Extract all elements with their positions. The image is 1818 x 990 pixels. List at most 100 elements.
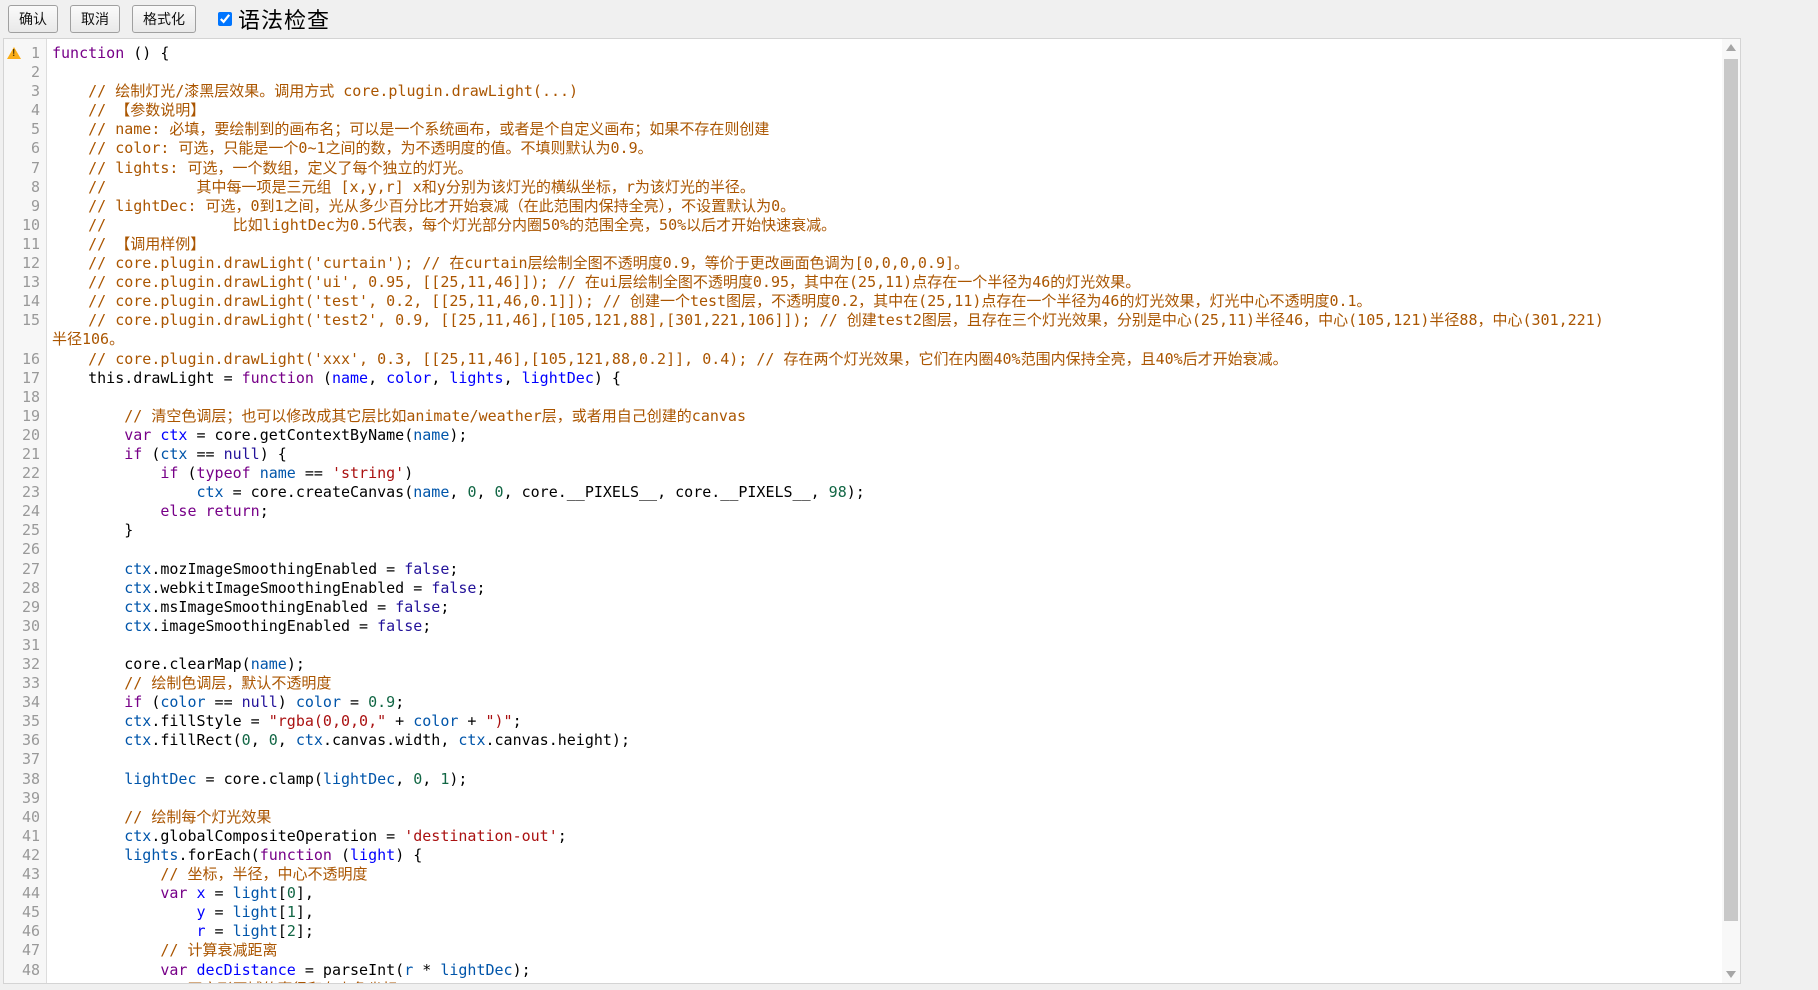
code-lines[interactable]: 1function () {23 // 绘制灯光/漆黑层效果。调用方式 core…	[4, 44, 1722, 983]
code-line[interactable]: 27 ctx.mozImageSmoothingEnabled = false;	[4, 560, 1722, 579]
code-line-content[interactable]: // core.plugin.drawLight('ui', 0.95, [[2…	[47, 273, 1140, 292]
code-line-content[interactable]	[47, 540, 52, 559]
code-line[interactable]: 21 if (ctx == null) {	[4, 445, 1722, 464]
cancel-button[interactable]: 取消	[70, 5, 120, 33]
code-line[interactable]: 36 ctx.fillRect(0, 0, ctx.canvas.width, …	[4, 731, 1722, 750]
syntax-check-checkbox[interactable]	[218, 12, 232, 26]
code-line[interactable]: 41 ctx.globalCompositeOperation = 'desti…	[4, 827, 1722, 846]
code-line-content[interactable]: // lightDec: 可选，0到1之间，光从多少百分比才开始衰减（在此范围内…	[47, 197, 795, 216]
code-line-content[interactable]: // 坐标，半径，中心不透明度	[47, 865, 367, 884]
code-line-content[interactable]: // 计算衰减距离	[47, 941, 277, 960]
code-line-content[interactable]: ctx.globalCompositeOperation = 'destinat…	[47, 827, 567, 846]
code-line-content[interactable]: ctx.mozImageSmoothingEnabled = false;	[47, 560, 458, 579]
code-line[interactable]: 13 // core.plugin.drawLight('ui', 0.95, …	[4, 273, 1722, 292]
code-line[interactable]: 49 // 正方形区域的直径和左上角坐标	[4, 980, 1722, 983]
code-line-content[interactable]: lightDec = core.clamp(lightDec, 0, 1);	[47, 770, 467, 789]
code-line[interactable]: 12 // core.plugin.drawLight('curtain'); …	[4, 254, 1722, 273]
code-line-content[interactable]: // core.plugin.drawLight('test2', 0.9, […	[47, 311, 1604, 330]
code-line-content[interactable]	[47, 388, 52, 407]
code-line-content[interactable]	[47, 789, 52, 808]
code-line-content[interactable]: 半径106。	[47, 330, 124, 349]
code-line-content[interactable]: ctx.imageSmoothingEnabled = false;	[47, 617, 431, 636]
code-line-content[interactable]	[47, 63, 52, 82]
code-line[interactable]: 24 else return;	[4, 502, 1722, 521]
code-line[interactable]: 9 // lightDec: 可选，0到1之间，光从多少百分比才开始衰减（在此范…	[4, 197, 1722, 216]
code-line-content[interactable]: ctx.webkitImageSmoothingEnabled = false;	[47, 579, 486, 598]
code-line[interactable]: 38 lightDec = core.clamp(lightDec, 0, 1)…	[4, 770, 1722, 789]
code-line[interactable]: 29 ctx.msImageSmoothingEnabled = false;	[4, 598, 1722, 617]
code-line[interactable]: 47 // 计算衰减距离	[4, 941, 1722, 960]
code-line[interactable]: 6 // color: 可选，只能是一个0~1之间的数，为不透明度的值。不填则默…	[4, 139, 1722, 158]
code-line[interactable]: 42 lights.forEach(function (light) {	[4, 846, 1722, 865]
code-line[interactable]: 19 // 清空色调层；也可以修改成其它层比如animate/weather层，…	[4, 407, 1722, 426]
scrollbar-up-arrow-icon[interactable]	[1722, 39, 1740, 56]
code-line-content[interactable]: ctx.msImageSmoothingEnabled = false;	[47, 598, 449, 617]
code-line-content[interactable]: var decDistance = parseInt(r * lightDec)…	[47, 961, 531, 980]
code-line[interactable]: 8 // 其中每一项是三元组 [x,y,r] x和y分别为该灯光的横纵坐标，r为…	[4, 178, 1722, 197]
code-line[interactable]: 45 y = light[1],	[4, 903, 1722, 922]
code-line-content[interactable]: // 【参数说明】	[47, 101, 205, 120]
code-line-content[interactable]: // color: 可选，只能是一个0~1之间的数，为不透明度的值。不填则默认为…	[47, 139, 653, 158]
confirm-button[interactable]: 确认	[8, 5, 58, 33]
code-line[interactable]: 44 var x = light[0],	[4, 884, 1722, 903]
code-line[interactable]: 39	[4, 789, 1722, 808]
code-line-content[interactable]: lights.forEach(function (light) {	[47, 846, 422, 865]
code-line-content[interactable]: ctx = core.createCanvas(name, 0, 0, core…	[47, 483, 865, 502]
code-line-content[interactable]: // lights: 可选，一个数组，定义了每个独立的灯光。	[47, 159, 472, 178]
code-editor[interactable]: 1function () {23 // 绘制灯光/漆黑层效果。调用方式 core…	[3, 38, 1741, 984]
code-line[interactable]: 33 // 绘制色调层，默认不透明度	[4, 674, 1722, 693]
code-line[interactable]: 23 ctx = core.createCanvas(name, 0, 0, c…	[4, 483, 1722, 502]
code-line[interactable]: 34 if (color == null) color = 0.9;	[4, 693, 1722, 712]
code-line[interactable]: 28 ctx.webkitImageSmoothingEnabled = fal…	[4, 579, 1722, 598]
code-line[interactable]: 5 // name: 必填，要绘制到的画布名；可以是一个系统画布，或者是个自定义…	[4, 120, 1722, 139]
format-button[interactable]: 格式化	[132, 5, 196, 33]
code-line-content[interactable]: r = light[2];	[47, 922, 314, 941]
code-line[interactable]: 1function () {	[4, 44, 1722, 63]
code-line-content[interactable]: ctx.fillStyle = "rgba(0,0,0," + color + …	[47, 712, 522, 731]
code-line-content[interactable]: function () {	[47, 44, 169, 63]
code-line[interactable]: 3 // 绘制灯光/漆黑层效果。调用方式 core.plugin.drawLig…	[4, 82, 1722, 101]
code-line-content[interactable]: // 正方形区域的直径和左上角坐标	[47, 980, 397, 983]
code-line-content[interactable]: // 比如lightDec为0.5代表，每个灯光部分内圈50%的范围全亮，50%…	[47, 216, 836, 235]
scrollbar-thumb[interactable]	[1724, 59, 1738, 921]
code-line[interactable]: 半径106。	[4, 330, 1722, 349]
code-line[interactable]: 7 // lights: 可选，一个数组，定义了每个独立的灯光。	[4, 159, 1722, 178]
code-line[interactable]: 22 if (typeof name == 'string')	[4, 464, 1722, 483]
code-line[interactable]: 25 }	[4, 521, 1722, 540]
code-line-content[interactable]: this.drawLight = function (name, color, …	[47, 369, 621, 388]
code-line-content[interactable]: y = light[1],	[47, 903, 314, 922]
code-line-content[interactable]: // core.plugin.drawLight('test', 0.2, [[…	[47, 292, 1372, 311]
code-line-content[interactable]: // 清空色调层；也可以修改成其它层比如animate/weather层，或者用…	[47, 407, 746, 426]
code-line-content[interactable]: var x = light[0],	[47, 884, 314, 903]
code-line-content[interactable]: // 绘制每个灯光效果	[47, 808, 271, 827]
code-line-content[interactable]: // 绘制灯光/漆黑层效果。调用方式 core.plugin.drawLight…	[47, 82, 578, 101]
code-line[interactable]: 17 this.drawLight = function (name, colo…	[4, 369, 1722, 388]
scrollbar[interactable]	[1722, 39, 1740, 983]
code-line[interactable]: 32 core.clearMap(name);	[4, 655, 1722, 674]
code-line-content[interactable]: if (ctx == null) {	[47, 445, 287, 464]
code-line[interactable]: 40 // 绘制每个灯光效果	[4, 808, 1722, 827]
code-line-content[interactable]: if (typeof name == 'string')	[47, 464, 413, 483]
code-line[interactable]: 37	[4, 750, 1722, 769]
code-line-content[interactable]: // core.plugin.drawLight('curtain'); // …	[47, 254, 969, 273]
code-line-content[interactable]	[47, 636, 52, 655]
code-line-content[interactable]: // name: 必填，要绘制到的画布名；可以是一个系统画布，或者是个自定义画布…	[47, 120, 769, 139]
code-line[interactable]: 46 r = light[2];	[4, 922, 1722, 941]
code-line-content[interactable]: // core.plugin.drawLight('xxx', 0.3, [[2…	[47, 350, 1288, 369]
code-line[interactable]: 15 // core.plugin.drawLight('test2', 0.9…	[4, 311, 1722, 330]
code-line-content[interactable]	[47, 750, 52, 769]
code-line-content[interactable]: ctx.fillRect(0, 0, ctx.canvas.width, ctx…	[47, 731, 630, 750]
code-line[interactable]: 2	[4, 63, 1722, 82]
code-line[interactable]: 18	[4, 388, 1722, 407]
code-line-content[interactable]: // 其中每一项是三元组 [x,y,r] x和y分别为该灯光的横纵坐标，r为该灯…	[47, 178, 755, 197]
code-line[interactable]: 26	[4, 540, 1722, 559]
lint-warning-icon[interactable]	[7, 47, 21, 59]
code-line[interactable]: 16 // core.plugin.drawLight('xxx', 0.3, …	[4, 350, 1722, 369]
code-line-content[interactable]: core.clearMap(name);	[47, 655, 305, 674]
code-line-content[interactable]: // 绘制色调层，默认不透明度	[47, 674, 331, 693]
scrollbar-down-arrow-icon[interactable]	[1722, 966, 1740, 983]
code-line-content[interactable]: else return;	[47, 502, 269, 521]
code-line[interactable]: 30 ctx.imageSmoothingEnabled = false;	[4, 617, 1722, 636]
code-line[interactable]: 48 var decDistance = parseInt(r * lightD…	[4, 961, 1722, 980]
code-line[interactable]: 20 var ctx = core.getContextByName(name)…	[4, 426, 1722, 445]
